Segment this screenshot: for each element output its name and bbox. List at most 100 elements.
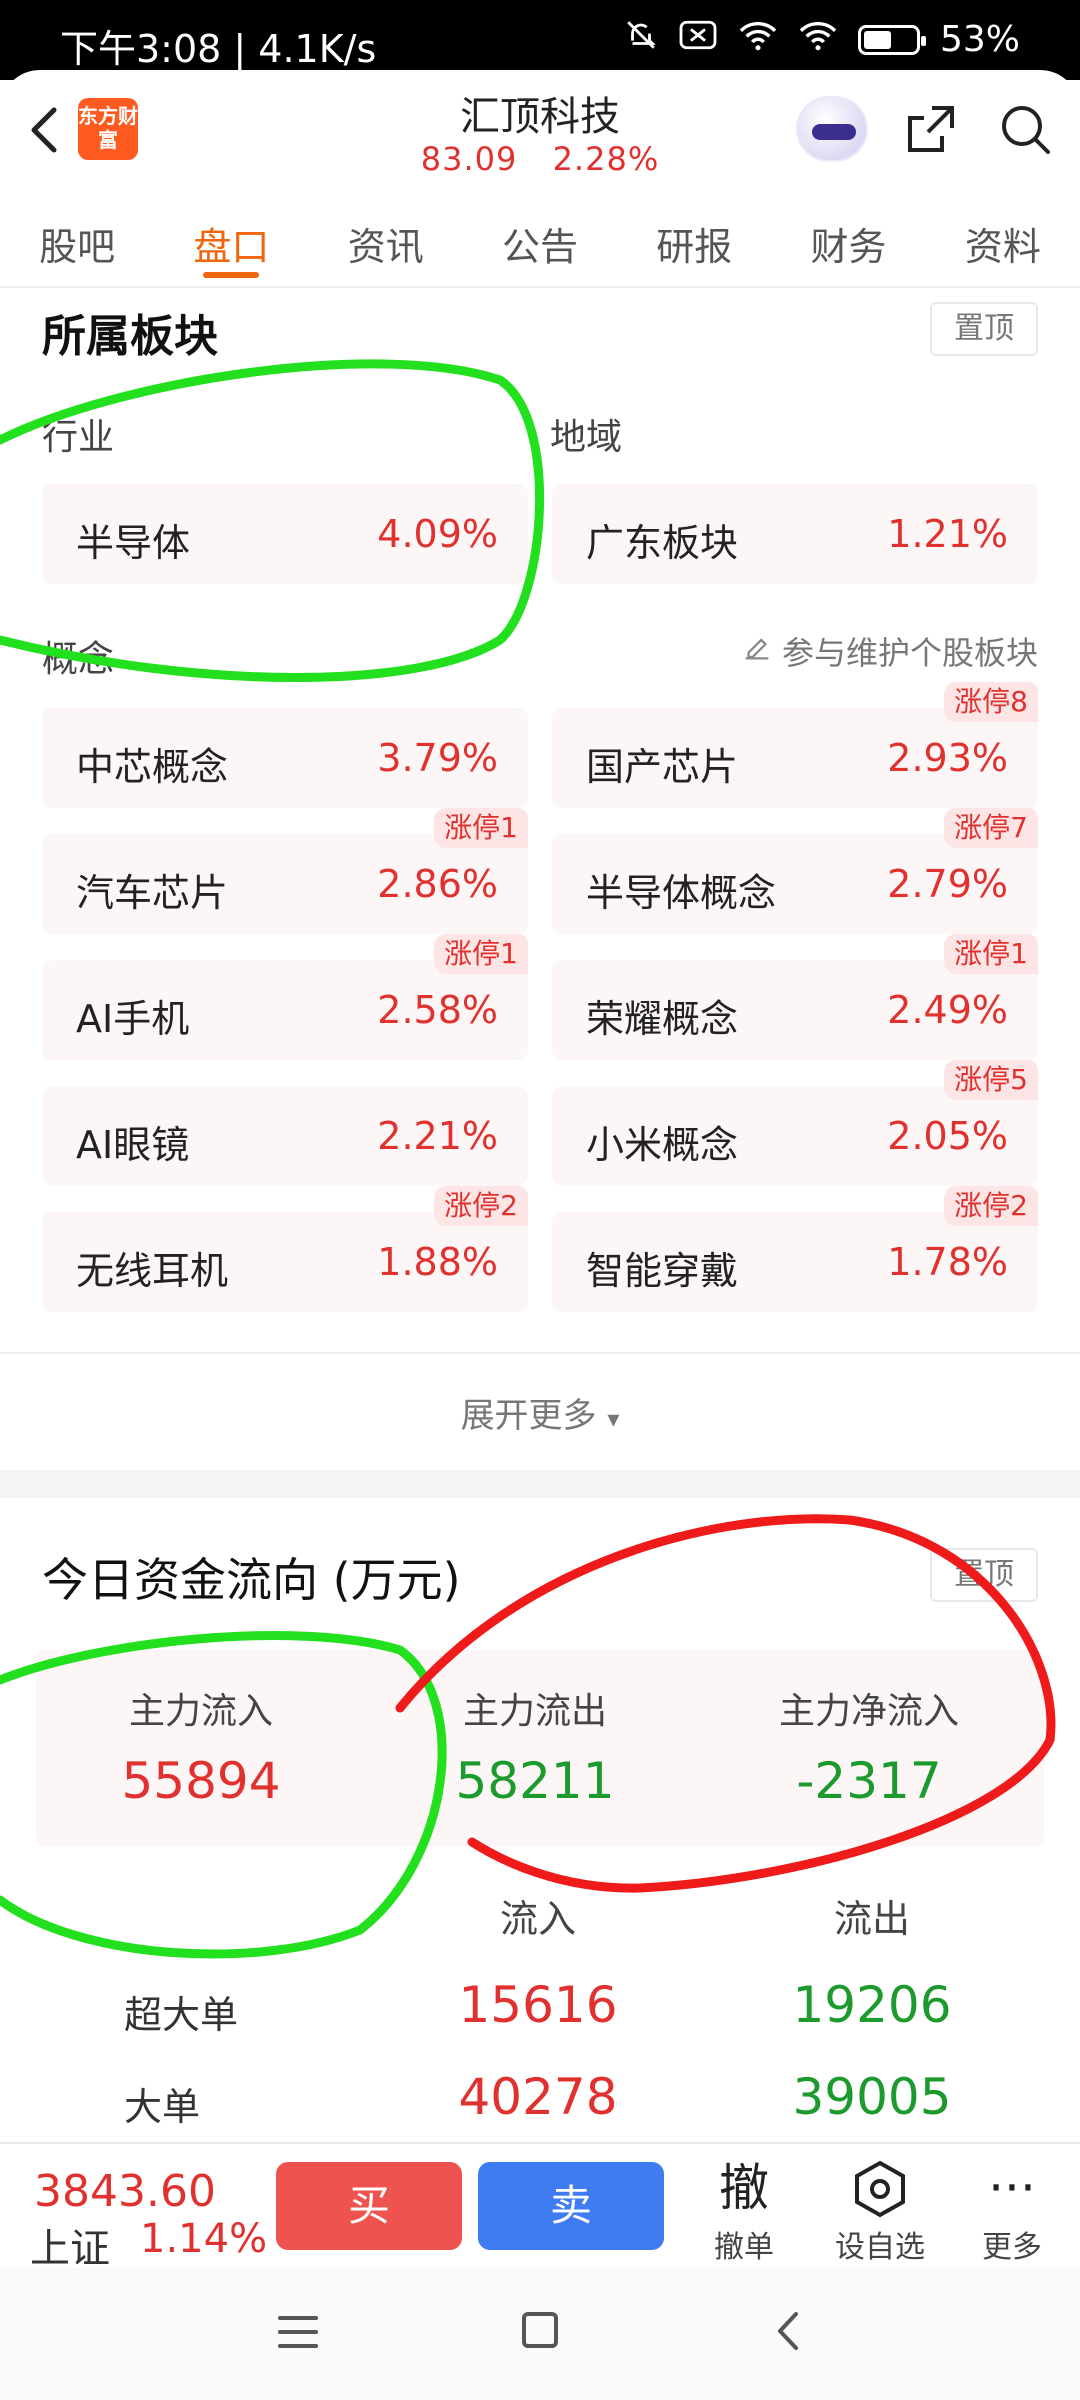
main-inflow-label: 主力流入: [128, 1691, 273, 1732]
sector-pct: 4.09%: [377, 512, 498, 556]
assistant-robot-icon[interactable]: [796, 96, 868, 162]
system-nav-bar: [0, 2268, 1080, 2400]
concept-name: 智能穿戴: [586, 1249, 739, 1293]
divider: [0, 1352, 1080, 1354]
concept-card[interactable]: 中芯概念 3.79%: [42, 708, 528, 808]
concept-name: AI眼镜: [76, 1123, 190, 1167]
row-label-large: 大单: [124, 2085, 201, 2129]
tab-announcements[interactable]: 公告: [463, 192, 617, 286]
add-watchlist-label: 设自选: [835, 2230, 925, 2265]
limit-up-badge: 涨停5: [944, 1060, 1038, 1100]
battery-percent: 53%: [939, 19, 1020, 60]
region-label: 地域: [550, 417, 623, 458]
sim-off-icon: [678, 18, 718, 61]
more-label: 更多: [982, 2230, 1042, 2265]
search-icon[interactable]: [996, 100, 1054, 158]
sector-pct: 1.21%: [887, 512, 1008, 556]
cancel-order-icon: 撤: [719, 2159, 769, 2217]
industry-label: 行业: [42, 417, 115, 458]
pin-fund-flow-button[interactable]: 置顶: [930, 1548, 1038, 1602]
tab-finance[interactable]: 财务: [771, 192, 925, 286]
concept-card[interactable]: 无线耳机 1.88% 涨停2: [42, 1186, 528, 1312]
tab-bar: 股吧 盘口 资讯 公告 研报 财务 资料: [0, 192, 1080, 288]
sector-name: 半导体: [76, 521, 191, 565]
super-large-inflow: 15616: [458, 1976, 618, 2034]
sell-button[interactable]: 卖: [478, 2162, 664, 2250]
maintain-sectors-link[interactable]: 参与维护个股板块: [740, 628, 1038, 674]
home-icon[interactable]: [522, 2312, 558, 2348]
cancel-order-button[interactable]: 撤 撤单: [684, 2158, 804, 2266]
main-flow-summary: 主力流入 55894 主力流出 58211 主力净流入 -2317: [36, 1650, 1044, 1846]
concept-card[interactable]: 智能穿戴 1.78% 涨停2: [552, 1186, 1038, 1312]
buy-button[interactable]: 买: [276, 2162, 462, 2250]
bottom-trade-bar: 3843.60 上证 1.14% 买 卖 撤 撤单 设自选 ··· 更多: [0, 2142, 1080, 2272]
add-watchlist-button[interactable]: 设自选: [820, 2158, 940, 2266]
concept-card[interactable]: AI手机 2.58% 涨停1: [42, 934, 528, 1060]
stock-price: 83.09: [420, 140, 518, 178]
concept-name: 半导体概念: [586, 871, 777, 915]
main-inflow-value: 55894: [121, 1752, 281, 1810]
main-outflow-label: 主力流出: [462, 1691, 607, 1732]
nav-back-icon[interactable]: [768, 2306, 808, 2356]
limit-up-badge: 涨停1: [434, 808, 528, 848]
expand-more-button[interactable]: 展开更多 ▾: [0, 1388, 1080, 1437]
concept-name: 小米概念: [586, 1123, 739, 1167]
limit-up-badge: 涨停2: [434, 1186, 528, 1226]
sector-card-region[interactable]: 广东板块 1.21%: [552, 484, 1038, 584]
concept-pct: 2.21%: [377, 1114, 498, 1158]
main-net-label: 主力净流入: [778, 1691, 959, 1732]
menu-icon[interactable]: [278, 2316, 318, 2350]
caret-down-icon: ▾: [607, 1405, 620, 1433]
main-net-inflow: 主力净流入 -2317: [704, 1682, 1034, 1810]
index-name[interactable]: 上证: [30, 2216, 110, 2274]
concept-name: 汽车芯片: [76, 871, 229, 915]
cancel-order-label: 撤单: [714, 2230, 774, 2265]
index-value[interactable]: 3843.60: [34, 2166, 216, 2217]
tab-pankou[interactable]: 盘口: [154, 192, 308, 286]
concept-card[interactable]: 汽车芯片 2.86% 涨停1: [42, 808, 528, 934]
concept-label: 概念: [42, 639, 115, 680]
section-divider: [0, 1470, 1080, 1498]
status-icons: 53%: [624, 18, 1020, 61]
concept-card[interactable]: 荣耀概念 2.49% 涨停1: [552, 934, 1038, 1060]
concept-pct: 1.88%: [377, 1240, 498, 1284]
concept-pct: 2.49%: [887, 988, 1008, 1032]
sectors-title: 所属板块: [42, 311, 218, 362]
limit-up-badge: 涨停1: [944, 934, 1038, 974]
tab-guba[interactable]: 股吧: [0, 192, 154, 286]
sector-name: 广东板块: [586, 521, 739, 565]
expand-label: 展开更多: [460, 1396, 597, 1436]
concept-card[interactable]: AI眼镜 2.21%: [42, 1086, 528, 1186]
large-outflow: 39005: [792, 2068, 952, 2126]
super-large-outflow: 19206: [792, 1976, 952, 2034]
concept-card[interactable]: 国产芯片 2.93% 涨停8: [552, 682, 1038, 808]
fund-flow-title: 今日资金流向 (万元): [42, 1553, 461, 1607]
share-icon[interactable]: [902, 100, 960, 158]
index-pct[interactable]: 1.14%: [140, 2216, 267, 2262]
bell-off-icon: [624, 18, 658, 61]
hexagon-icon: [820, 2158, 940, 2218]
concept-card[interactable]: 小米概念 2.05% 涨停5: [552, 1060, 1038, 1186]
concept-pct: 2.93%: [887, 736, 1008, 780]
pin-sectors-button[interactable]: 置顶: [930, 302, 1038, 356]
large-inflow: 40278: [458, 2068, 618, 2126]
main-outflow: 主力流出 58211: [370, 1682, 700, 1810]
concept-name: 中芯概念: [76, 745, 229, 789]
status-time: 下午3:08 | 4.1K/s: [60, 27, 377, 71]
status-bar: 下午3:08 | 4.1K/s 53%: [0, 0, 1080, 80]
stock-header: 东方财富 汇顶科技 83.09 2.28%: [0, 70, 1080, 192]
sector-card-industry[interactable]: 半导体 4.09%: [42, 484, 528, 584]
stock-change-pct: 2.28%: [552, 140, 660, 178]
battery-icon: [857, 24, 926, 55]
tab-profile[interactable]: 资料: [926, 192, 1080, 286]
concept-card[interactable]: 半导体概念 2.79% 涨停7: [552, 808, 1038, 934]
limit-up-badge: 涨停8: [944, 682, 1038, 722]
col-header-outflow: 流出: [833, 1897, 910, 1941]
battery-level: [863, 30, 891, 49]
concept-pct: 2.05%: [887, 1114, 1008, 1158]
limit-up-badge: 涨停7: [944, 808, 1038, 848]
tab-news[interactable]: 资讯: [309, 192, 463, 286]
more-button[interactable]: ··· 更多: [952, 2158, 1072, 2266]
concept-pct: 2.79%: [887, 862, 1008, 906]
tab-research[interactable]: 研报: [617, 192, 771, 286]
